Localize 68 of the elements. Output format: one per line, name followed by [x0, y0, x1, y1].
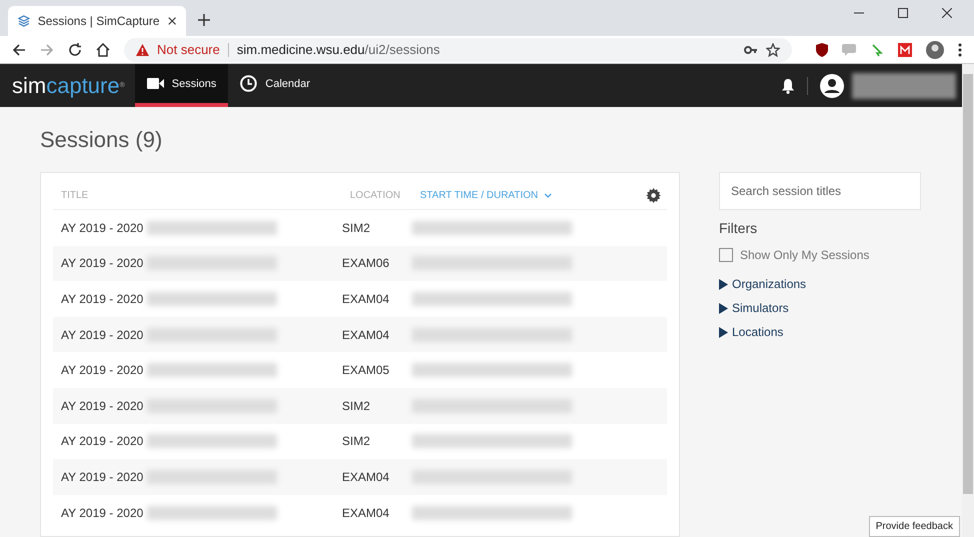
- tab-title: Sessions | SimCapture: [38, 14, 160, 28]
- nav-tab[interactable]: Sessions: [134, 64, 228, 107]
- session-row[interactable]: AY 2019 - 2020 SIM2: [53, 388, 667, 424]
- menu-icon[interactable]: [958, 42, 962, 56]
- session-row[interactable]: AY 2019 - 2020 SIM2: [53, 424, 667, 460]
- filter-group[interactable]: Organizations: [719, 272, 921, 296]
- scrollbar[interactable]: [962, 64, 974, 537]
- triangle-icon[interactable]: [719, 278, 728, 290]
- location-cell-text: SIM2: [342, 434, 372, 448]
- location-cell-text: EXAM05: [342, 363, 390, 378]
- location-cell-text: EXAM04: [342, 470, 390, 484]
- title-cell-text: AY 2019 - 2020: [61, 328, 144, 342]
- triangle-icon[interactable]: [719, 302, 728, 314]
- triangle-icon[interactable]: [719, 326, 728, 338]
- title-cell-text: AY 2019 - 2020: [61, 398, 144, 413]
- star-icon[interactable]: [766, 42, 780, 56]
- reload-icon[interactable]: [68, 42, 82, 56]
- title-cell-text: AY 2019 - 2020: [61, 470, 144, 484]
- title-cell-text: AY 2019 - 2020: [61, 506, 144, 520]
- location-cell-text: EXAM06: [342, 256, 390, 270]
- avatar-icon[interactable]: [926, 40, 944, 58]
- clock-icon: [240, 75, 258, 92]
- close-icon[interactable]: [168, 16, 176, 26]
- security-label: Not secure: [157, 42, 220, 57]
- location-cell-text: EXAM04: [342, 292, 390, 306]
- key-icon[interactable]: [744, 44, 758, 54]
- session-row[interactable]: AY 2019 - 2020 SIM2: [53, 210, 667, 246]
- title-cell-text: AY 2019 - 2020: [61, 363, 144, 378]
- session-row[interactable]: AY 2019 - 2020 EXAM06: [53, 246, 667, 282]
- title-cell-text: AY 2019 - 2020: [61, 220, 144, 235]
- shield-icon[interactable]: [816, 42, 828, 56]
- session-row[interactable]: AY 2019 - 2020 EXAM04: [53, 494, 667, 530]
- app-logo[interactable]: simcapture$^{®}$: [2, 64, 135, 107]
- session-row[interactable]: AY 2019 - 2020 EXAM04: [53, 459, 667, 495]
- home-icon[interactable]: [96, 42, 110, 56]
- checkbox-label[interactable]: Show Only My Sessions: [740, 248, 870, 262]
- back-icon[interactable]: [12, 42, 26, 56]
- checkbox[interactable]: [719, 248, 733, 262]
- location-cell-text: SIM2: [342, 220, 372, 235]
- new-tab-icon[interactable]: [198, 14, 210, 26]
- location-cell-text: EXAM04: [342, 328, 390, 342]
- title-cell-text: AY 2019 - 2020: [61, 434, 144, 448]
- filter-group[interactable]: Locations: [719, 320, 921, 344]
- location-cell-text: SIM2: [342, 398, 372, 413]
- user-avatar-icon[interactable]: [820, 74, 844, 98]
- filter-group[interactable]: Simulators: [719, 296, 921, 320]
- filters-heading: Filters: [719, 220, 758, 236]
- title-cell-text: AY 2019 - 2020: [61, 292, 144, 306]
- search-field[interactable]: Search session titles: [719, 172, 921, 210]
- settings-icon[interactable]: [646, 188, 661, 202]
- warning-icon: [136, 44, 149, 56]
- close-icon[interactable]: [942, 8, 952, 18]
- layers-icon: [18, 14, 30, 28]
- browser-tab[interactable]: Sessions | SimCapture: [8, 6, 186, 36]
- maximize-icon[interactable]: [898, 8, 908, 18]
- camera-icon: [146, 78, 164, 89]
- session-row[interactable]: AY 2019 - 2020 EXAM04: [53, 316, 667, 352]
- session-row[interactable]: AY 2019 - 2020 EXAM04: [53, 281, 667, 317]
- session-row[interactable]: AY 2019 - 2020 EXAM05: [53, 352, 667, 388]
- feedback-button[interactable]: Provide feedback: [868, 516, 960, 537]
- title-cell-text: AY 2019 - 2020: [61, 256, 144, 270]
- address-bar[interactable]: Not secure sim.medicine.wsu.edu/ui2/sessions: [124, 38, 792, 62]
- bell-icon[interactable]: [781, 78, 795, 94]
- url-text: sim.medicine.wsu.edu/ui2/sessions: [236, 42, 440, 57]
- chevron-down-icon[interactable]: [544, 192, 552, 198]
- location-cell-text: EXAM04: [342, 506, 390, 520]
- page-title: Sessions (9): [40, 127, 164, 153]
- nav-tab[interactable]: Calendar: [228, 64, 322, 107]
